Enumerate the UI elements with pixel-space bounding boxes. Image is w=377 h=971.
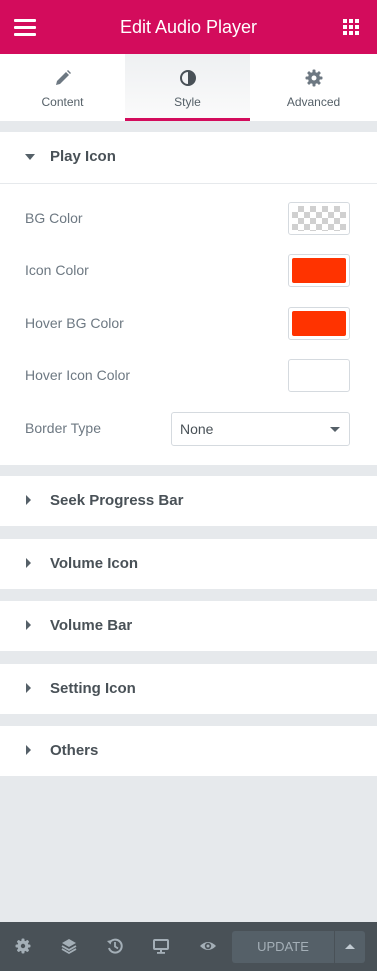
- icon-color-picker[interactable]: [288, 254, 350, 287]
- update-options-button[interactable]: [335, 931, 365, 963]
- color-swatch: [292, 258, 346, 283]
- gear-icon[interactable]: [13, 936, 33, 956]
- color-swatch: [292, 311, 346, 336]
- section-title: Seek Progress Bar: [50, 492, 184, 509]
- desktop-icon[interactable]: [151, 936, 171, 956]
- tab-label: Content: [41, 95, 84, 109]
- grid-icon[interactable]: [343, 19, 359, 35]
- layers-icon[interactable]: [59, 936, 79, 956]
- caret-right-icon: [26, 558, 31, 568]
- eye-icon[interactable]: [198, 936, 218, 956]
- bg-color-picker[interactable]: [288, 202, 350, 235]
- panel-header: Edit Audio Player: [0, 0, 377, 54]
- section-header-play-icon[interactable]: Play Icon: [0, 132, 377, 182]
- section-header-seek-progress-bar[interactable]: Seek Progress Bar: [0, 476, 377, 526]
- section-title: Volume Bar: [50, 617, 133, 634]
- divider: [0, 183, 377, 184]
- caret-right-icon: [26, 745, 31, 755]
- tab-style[interactable]: Style: [125, 54, 250, 121]
- update-button[interactable]: UPDATE: [232, 931, 334, 963]
- hover-bg-color-picker[interactable]: [288, 307, 350, 340]
- section-header-volume-bar[interactable]: Volume Bar: [0, 601, 377, 651]
- section-title: Setting Icon: [50, 680, 136, 697]
- select-value: None: [180, 421, 214, 437]
- caret-right-icon: [26, 495, 31, 505]
- tab-label: Advanced: [286, 95, 341, 109]
- icon-color-label: Icon Color: [25, 262, 89, 278]
- border-type-select[interactable]: None: [171, 412, 350, 446]
- section-header-others[interactable]: Others: [0, 726, 377, 776]
- pencil-icon: [55, 70, 71, 85]
- hover-icon-color-picker[interactable]: [288, 359, 350, 392]
- gear-icon: [305, 69, 322, 87]
- hover-icon-color-label: Hover Icon Color: [25, 367, 131, 383]
- tab-advanced[interactable]: Advanced: [250, 54, 377, 121]
- history-icon[interactable]: [105, 936, 125, 956]
- chevron-down-icon: [330, 427, 340, 432]
- panel-title: Edit Audio Player: [119, 17, 258, 37]
- border-type-label: Border Type: [25, 420, 102, 436]
- chevron-up-icon: [345, 944, 355, 949]
- transparent-swatch: [292, 206, 346, 231]
- section-header-setting-icon[interactable]: Setting Icon: [0, 664, 377, 714]
- section-header-volume-icon[interactable]: Volume Icon: [0, 539, 377, 589]
- hover-bg-color-label: Hover BG Color: [25, 315, 124, 331]
- editor-tabs: Content Style Advanced: [0, 54, 377, 121]
- section-title: Play Icon: [50, 148, 116, 165]
- section-title: Volume Icon: [50, 555, 139, 572]
- caret-right-icon: [26, 620, 31, 630]
- section-title: Others: [50, 742, 99, 759]
- bg-color-label: BG Color: [25, 210, 83, 226]
- tab-label: Style: [174, 95, 201, 109]
- caret-right-icon: [26, 683, 31, 693]
- active-tab-indicator: [125, 118, 250, 121]
- tab-content[interactable]: Content: [0, 54, 125, 121]
- contrast-icon: [179, 70, 196, 86]
- caret-down-icon: [25, 154, 35, 160]
